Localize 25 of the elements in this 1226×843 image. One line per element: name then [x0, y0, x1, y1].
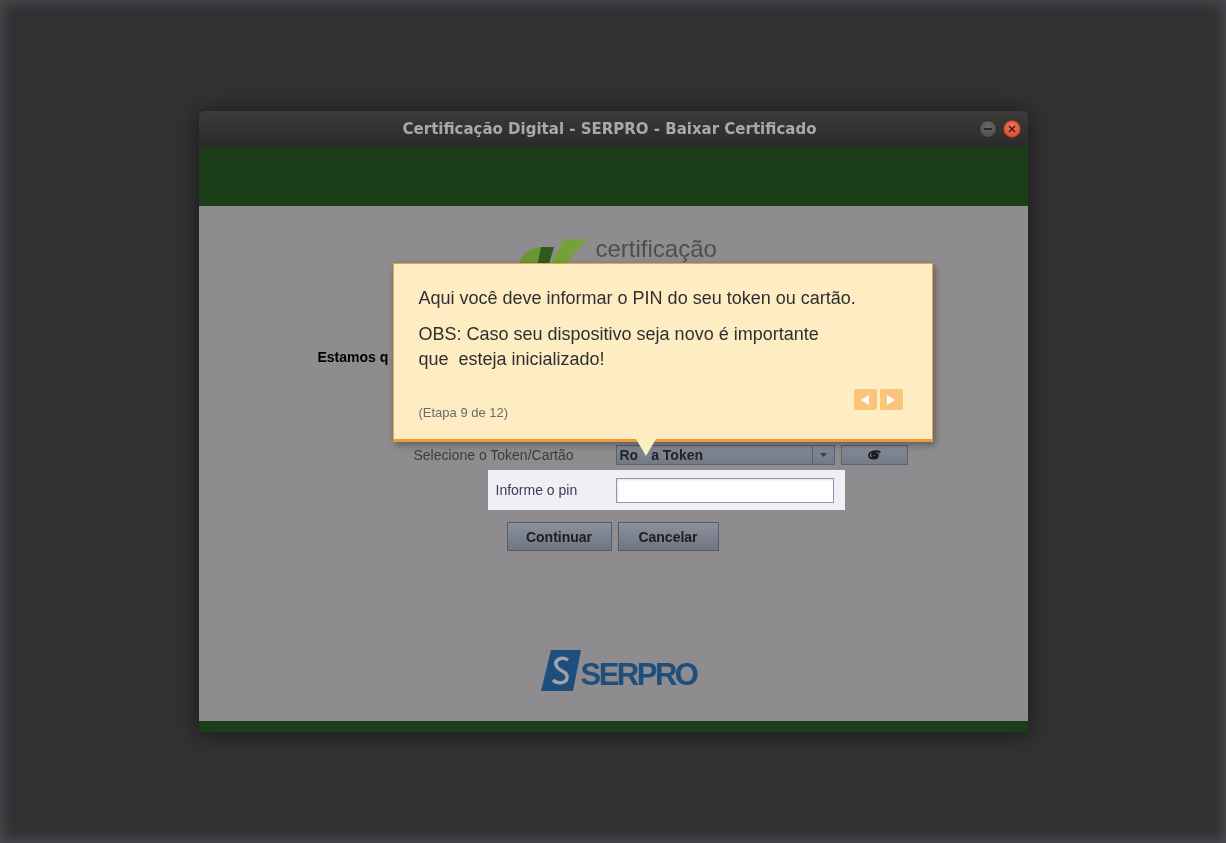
intro-text: Estamos q: [317, 348, 389, 366]
logo-text: certificação: [595, 237, 717, 261]
triangle-left-icon: [861, 394, 869, 405]
tooltip-text: OBS: Caso seu dispositivo seja novo é importante que esteja inicializado!: [418, 323, 820, 371]
window-title: Certificação Digital - SERPRO - Baixar Certificado: [402, 120, 817, 138]
caret-down-icon: [819, 453, 827, 457]
pin-label: Informe o pin: [495, 482, 579, 498]
step-counter: (Etapa 9 de 12): [418, 405, 509, 420]
minimize-button[interactable]: [978, 120, 997, 138]
next-button[interactable]: [879, 389, 903, 410]
token-label: Selecione o Token/Cartão: [413, 447, 575, 463]
cancel-button[interactable]: Cancelar: [617, 522, 719, 551]
continue-button[interactable]: Continuar: [506, 522, 612, 551]
close-icon: [1007, 125, 1016, 133]
s-logo-icon: [540, 650, 581, 691]
token-dropdown[interactable]: Ro a Token: [615, 445, 835, 465]
previous-button[interactable]: [853, 389, 877, 410]
pin-input-field[interactable]: [615, 477, 834, 503]
close-button[interactable]: [1002, 120, 1021, 138]
minus-icon: [983, 128, 992, 130]
spiral-button[interactable]: [840, 445, 908, 465]
tooltip-text: Aqui você deve informar o PIN do seu token ou cartão.: [418, 287, 857, 310]
triangle-right-icon: [887, 394, 895, 405]
spiral-icon: [866, 448, 882, 462]
logo-wordmark: SERPRO: [580, 659, 697, 690]
